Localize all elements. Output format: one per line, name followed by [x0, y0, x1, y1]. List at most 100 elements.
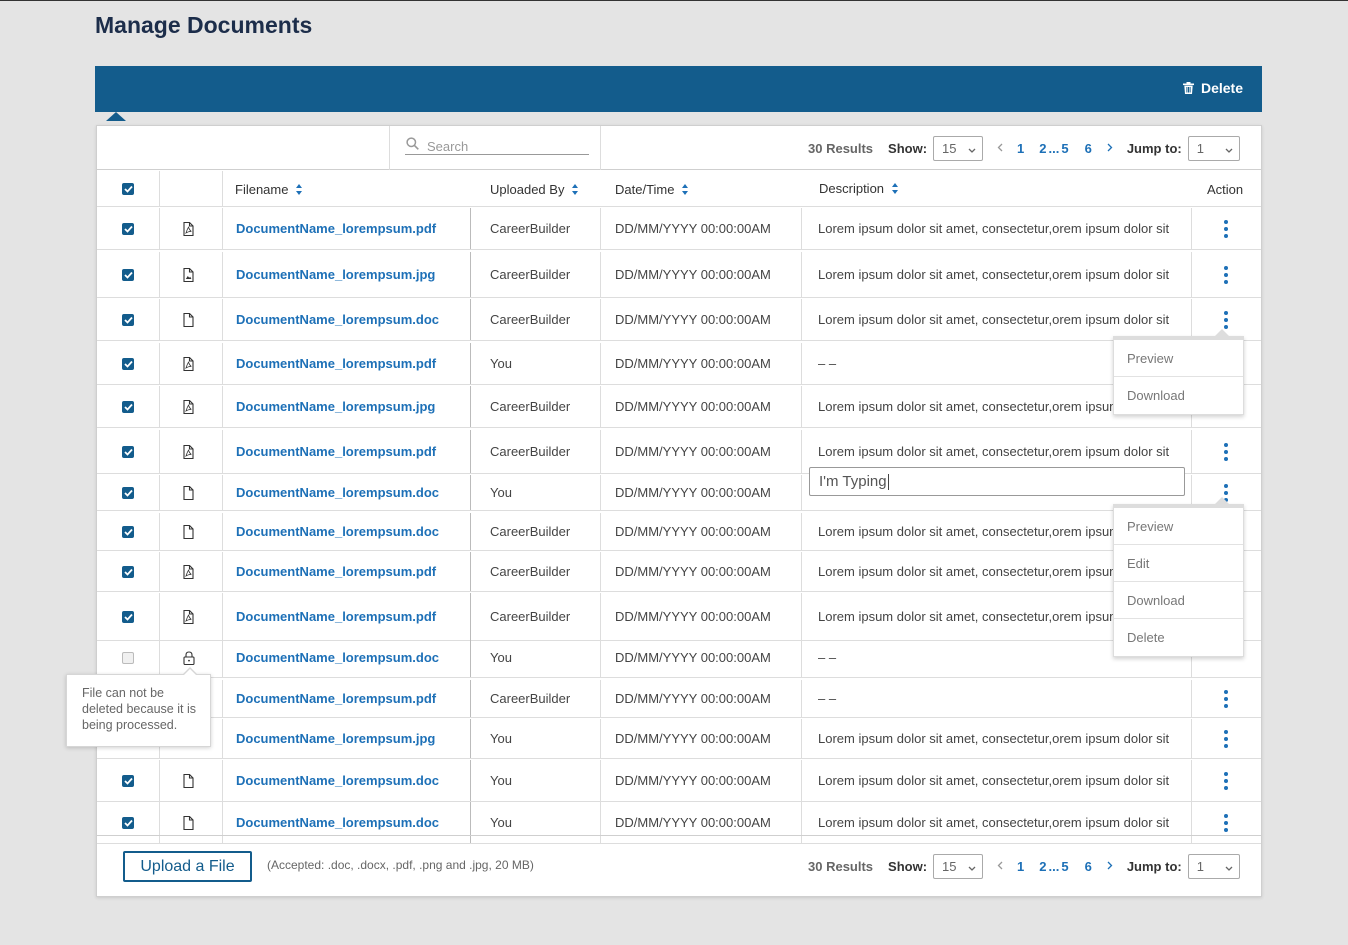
page-title: Manage Documents	[95, 12, 313, 38]
next-page-icon[interactable]	[1107, 859, 1113, 873]
more-options-icon[interactable]	[1224, 689, 1228, 708]
filename-link[interactable]: DocumentName_lorempsum.doc	[236, 312, 439, 327]
more-options-icon[interactable]	[1224, 442, 1228, 461]
jump-to-select[interactable]: 1	[1187, 135, 1240, 161]
filename-link[interactable]: DocumentName_lorempsum.pdf	[236, 691, 436, 706]
uploaded-by-value: CareerBuilder	[490, 691, 571, 706]
row-checkbox[interactable]	[122, 313, 134, 326]
filename-cell: DocumentName_lorempsum.doc	[236, 760, 439, 801]
column-divider	[222, 593, 223, 640]
column-divider	[600, 475, 601, 510]
row-checkbox[interactable]	[122, 357, 134, 370]
bulk-delete-button[interactable]: Delete	[1182, 80, 1243, 96]
filename-link[interactable]: DocumentName_lorempsum.pdf	[236, 444, 436, 459]
more-options-icon[interactable]	[1224, 265, 1228, 284]
filename-link[interactable]: DocumentName_lorempsum.jpg	[236, 399, 435, 414]
prev-page-icon[interactable]	[997, 859, 1003, 873]
bulk-delete-label: Delete	[1200, 80, 1243, 96]
select-all-checkbox[interactable]	[122, 183, 134, 195]
row-checkbox[interactable]	[122, 525, 134, 538]
column-divider	[600, 208, 601, 249]
description-value: Lorem ipsum dolor sit amet, consectetur,…	[818, 564, 1121, 579]
jump-to-select[interactable]: 1	[1187, 853, 1240, 879]
uploaded-by-value: CareerBuilder	[490, 524, 571, 539]
menu-item-delete[interactable]: Delete	[1114, 619, 1243, 656]
table-row: DocumentName_lorempsum.pdf You DD/MM/YYY…	[97, 343, 1261, 385]
column-divider	[159, 593, 160, 640]
column-header-uploaded-by[interactable]: Uploaded By	[490, 171, 579, 207]
filename-cell: DocumentName_lorempsum.pdf	[236, 208, 436, 249]
filename-link[interactable]: DocumentName_lorempsum.doc	[236, 815, 439, 830]
datetime-value: DD/MM/YYYY 00:00:00AM	[615, 609, 771, 624]
table-footer: Upload a File (Accepted: .doc, .docx, .p…	[97, 835, 1261, 897]
row-checkbox[interactable]	[122, 268, 134, 281]
more-options-icon[interactable]	[1224, 813, 1228, 832]
page-link[interactable]: 6	[1085, 859, 1092, 874]
filename-link[interactable]: DocumentName_lorempsum.doc	[236, 524, 439, 539]
more-options-icon[interactable]	[1224, 219, 1228, 238]
uploaded-by-value: CareerBuilder	[490, 444, 571, 459]
page-link[interactable]: 1	[1017, 859, 1024, 874]
filename-link[interactable]: DocumentName_lorempsum.pdf	[236, 564, 436, 579]
page-size-select[interactable]: 15	[933, 853, 984, 879]
page-size-value: 15	[942, 140, 957, 156]
column-divider	[222, 171, 223, 207]
page-link[interactable]: 5	[1061, 859, 1068, 874]
filename-link[interactable]: DocumentName_lorempsum.pdf	[236, 609, 436, 624]
bulk-bar-pointer	[106, 112, 126, 121]
search-input[interactable]	[427, 138, 577, 154]
page-link[interactable]: 5	[1061, 141, 1068, 156]
description-edit-input[interactable]: I'm Typing	[809, 467, 1185, 496]
menu-item-preview[interactable]: Preview	[1114, 340, 1243, 377]
menu-item-preview[interactable]: Preview	[1114, 508, 1243, 545]
action-cell	[1224, 680, 1228, 717]
description-value: Lorem ipsum dolor sit amet, consectetur,…	[818, 221, 1170, 236]
column-header-filename[interactable]: Filename	[235, 171, 303, 207]
row-checkbox[interactable]	[122, 816, 134, 829]
menu-item-download[interactable]: Download	[1114, 377, 1243, 414]
uploaded-by-value: You	[490, 773, 512, 788]
more-options-icon[interactable]	[1224, 310, 1228, 329]
search-field[interactable]	[405, 137, 589, 155]
row-checkbox[interactable]	[122, 222, 134, 235]
filename-link[interactable]: DocumentName_lorempsum.jpg	[236, 267, 435, 282]
filename-link[interactable]: DocumentName_lorempsum.jpg	[236, 731, 435, 746]
column-divider	[600, 513, 601, 550]
page-link[interactable]: 6	[1085, 141, 1092, 156]
description-cell: – –	[818, 680, 836, 717]
filename-link[interactable]: DocumentName_lorempsum.pdf	[236, 356, 436, 371]
filename-link[interactable]: DocumentName_lorempsum.doc	[236, 485, 439, 500]
filename-cell: DocumentName_lorempsum.jpg	[236, 719, 435, 758]
row-checkbox[interactable]	[122, 445, 134, 458]
menu-item-download[interactable]: Download	[1114, 582, 1243, 619]
row-checkbox[interactable]	[122, 610, 134, 623]
filename-link[interactable]: DocumentName_lorempsum.doc	[236, 773, 439, 788]
page-size-select[interactable]: 15	[933, 135, 984, 161]
row-checkbox[interactable]	[122, 774, 134, 787]
doc-icon	[183, 299, 194, 340]
menu-item-edit[interactable]: Edit	[1114, 545, 1243, 582]
filename-link[interactable]: DocumentName_lorempsum.pdf	[236, 221, 436, 236]
uploaded-by-value: CareerBuilder	[490, 312, 571, 327]
chevron-down-icon	[1225, 141, 1233, 156]
prev-page-icon[interactable]	[997, 141, 1003, 155]
column-header-description[interactable]: Description	[819, 170, 899, 206]
page-link[interactable]: 2	[1039, 141, 1046, 156]
page-link[interactable]: 1	[1017, 141, 1024, 156]
more-options-icon[interactable]	[1224, 771, 1228, 790]
page-link[interactable]: 2	[1039, 859, 1046, 874]
upload-file-button[interactable]: Upload a File	[123, 851, 252, 882]
datetime-cell: DD/MM/YYYY 00:00:00AM	[615, 760, 771, 801]
more-options-icon[interactable]	[1224, 729, 1228, 748]
next-page-icon[interactable]	[1107, 141, 1113, 155]
jump-to-label: Jump to:	[1126, 140, 1182, 156]
column-header-datetime[interactable]: Date/Time	[615, 171, 689, 207]
row-checkbox[interactable]	[122, 486, 134, 499]
filename-link[interactable]: DocumentName_lorempsum.doc	[236, 650, 439, 665]
top-pagination: 30 Results Show: 15 1 2 ... 5 6 Jump to:…	[808, 135, 1240, 161]
datetime-value: DD/MM/YYYY 00:00:00AM	[615, 444, 771, 459]
row-checkbox[interactable]	[122, 400, 134, 413]
checkbox-cell	[122, 208, 134, 249]
row-checkbox[interactable]	[122, 651, 134, 664]
row-checkbox[interactable]	[122, 565, 134, 578]
